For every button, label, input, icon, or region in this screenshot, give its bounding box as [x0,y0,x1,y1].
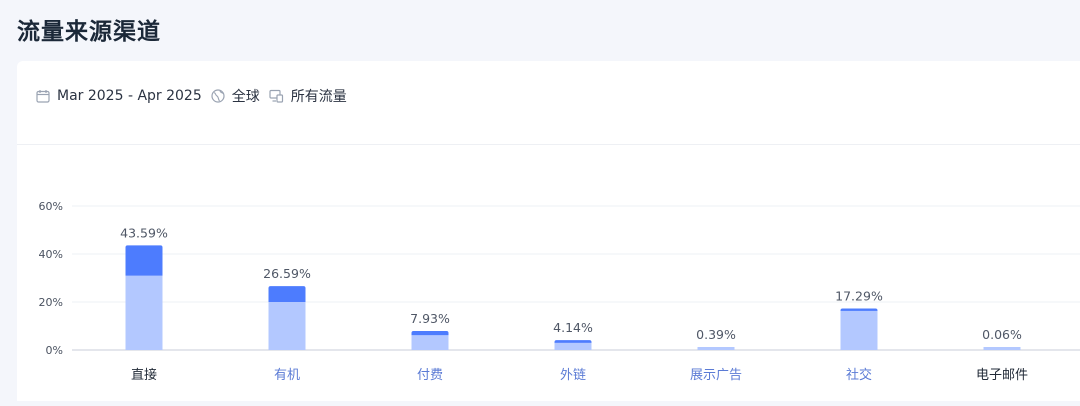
bar-value-label: 0.06% [982,327,1022,342]
traffic-bar-chart: 0% 20% 40% 60% 43.59% 直接 26.59% 有机 7.93% 付费 4.14%… [39,200,1080,383]
bar-segment-light [411,335,449,350]
y-tick-label: 60% [39,200,63,213]
bar-value-label: 4.14% [553,320,593,335]
label-layer: 43.59% 直接 26.59% 有机 7.93% 付费 4.14% 外链 0.39% 展示广告 1… [120,225,1028,383]
bar-segment-light [840,310,878,350]
bar-segment-light [268,302,306,350]
bar-value-label: 43.59% [120,225,168,240]
y-tick-label: 20% [39,296,63,309]
category-label[interactable]: 有机 [274,368,300,383]
category-label[interactable]: 付费 [417,368,443,383]
bar-segment-light [697,347,735,350]
category-label[interactable]: 展示广告 [690,368,742,383]
bar-segment-light [125,275,163,350]
category-label: 直接 [131,367,157,383]
traffic-channels-card: Mar 2025 - Apr 2025 全球 所有流量 0% 20% 40% 6… [17,61,1080,401]
y-tick-label: 40% [39,248,63,261]
bar-value-label: 7.93% [410,311,450,326]
bar-segment-light [554,342,592,350]
page-title: 流量来源渠道 [17,19,161,45]
category-label[interactable]: 社交 [846,367,872,383]
category-label[interactable]: 外链 [560,368,586,383]
bar-segment-light [983,347,1021,350]
category-label: 电子邮件 [976,368,1028,383]
bar-value-label: 17.29% [835,289,883,304]
chart-area: 0% 20% 40% 60% 43.59% 直接 26.59% 有机 7.93% 付费 4.14%… [17,61,1080,401]
bar-value-label: 0.39% [696,327,736,342]
bar-value-label: 26.59% [263,266,311,281]
y-tick-label: 0% [46,344,63,357]
